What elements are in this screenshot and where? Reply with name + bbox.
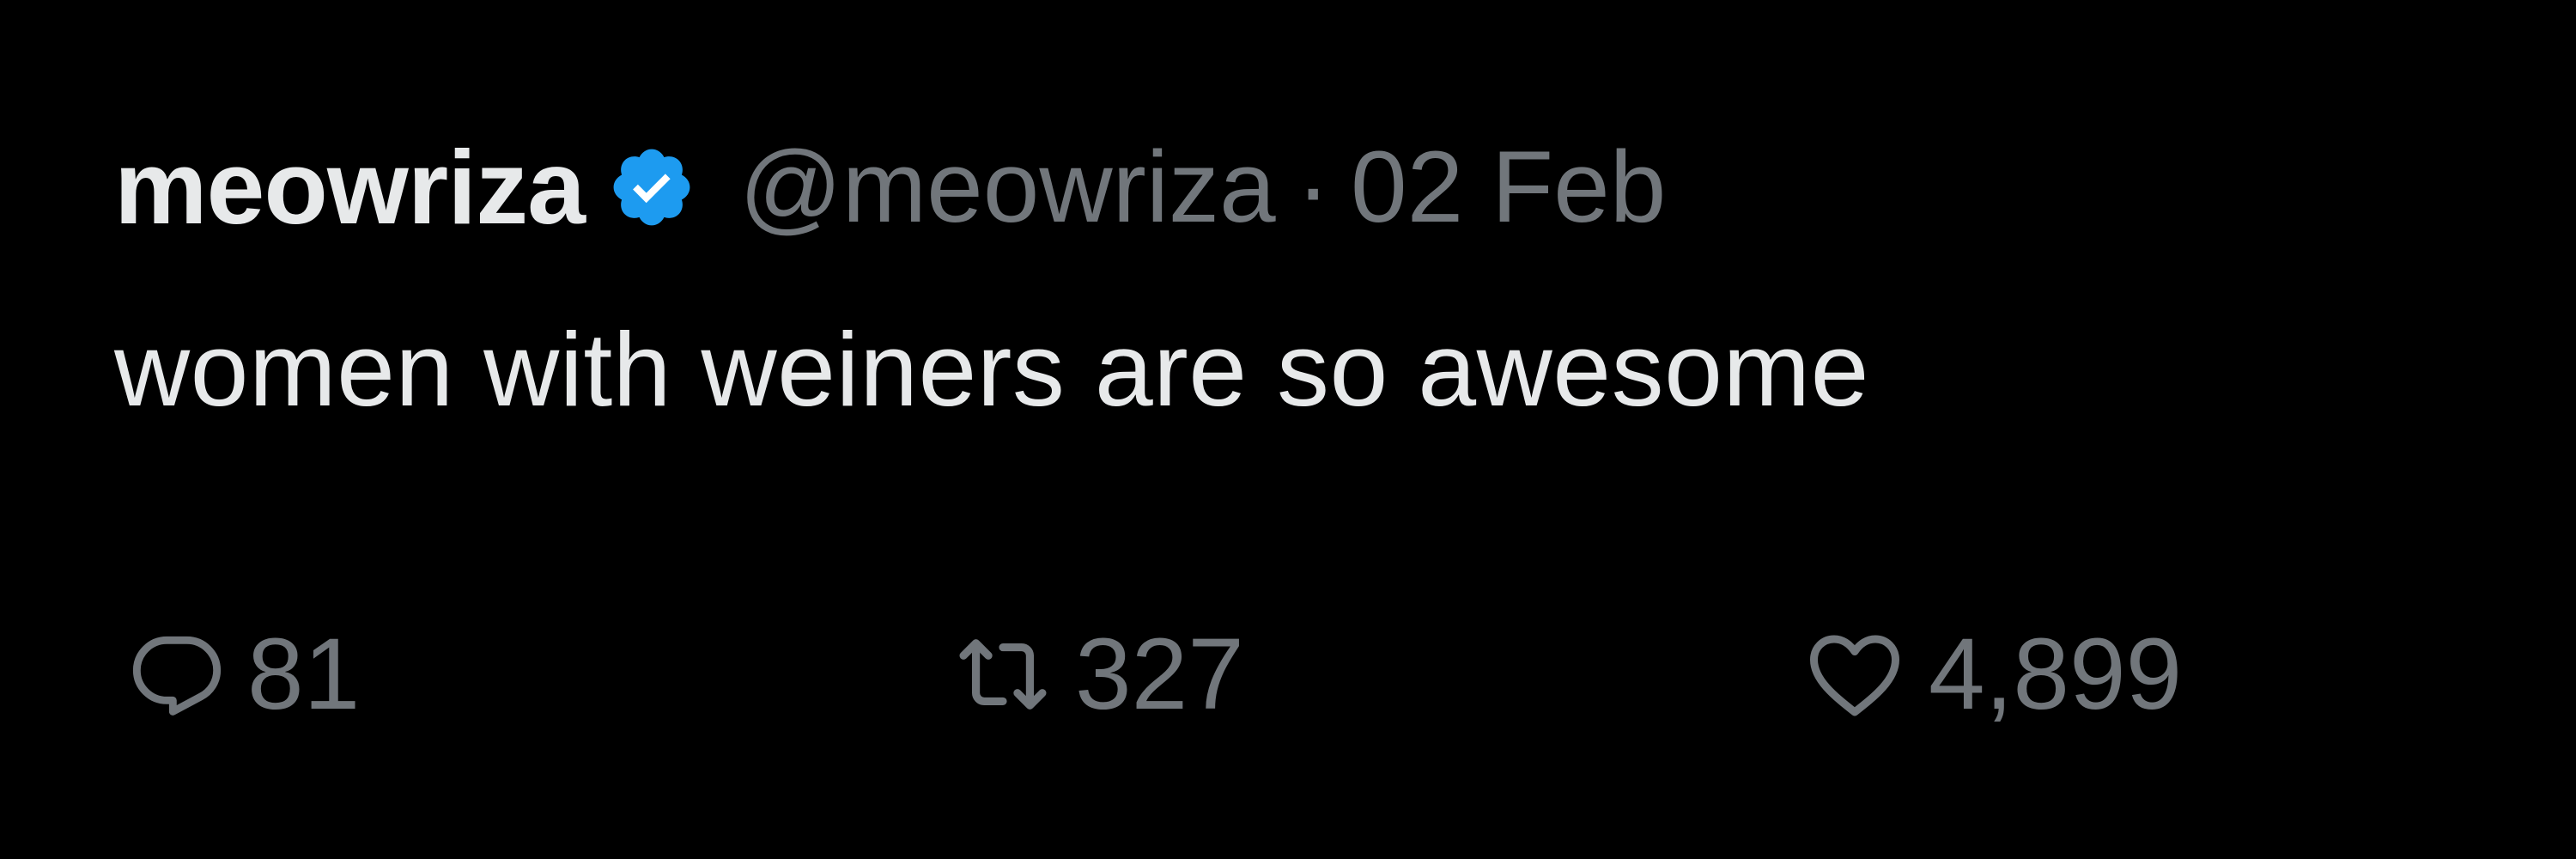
retweet-count: 327 bbox=[1075, 618, 1244, 731]
tweet-actions: 81 327 4,899 bbox=[0, 601, 2576, 747]
heart-icon bbox=[1803, 623, 1906, 726]
verified-badge-icon bbox=[607, 143, 696, 232]
retweet-icon bbox=[953, 624, 1053, 724]
tweet-card[interactable]: meowriza @meowriza · 02 Feb women with w… bbox=[0, 0, 2576, 859]
tweet-text: women with weiners are so awesome bbox=[114, 311, 1869, 428]
header-separator: · bbox=[1296, 131, 1330, 244]
reply-button[interactable]: 81 bbox=[129, 601, 360, 747]
author-display-name[interactable]: meowriza bbox=[114, 127, 586, 247]
retweet-button[interactable]: 327 bbox=[953, 601, 1244, 747]
tweet-date[interactable]: 02 Feb bbox=[1351, 129, 1666, 246]
like-button[interactable]: 4,899 bbox=[1803, 601, 2182, 747]
reply-count: 81 bbox=[247, 618, 361, 731]
like-count: 4,899 bbox=[1929, 618, 2183, 731]
author-handle[interactable]: @meowriza bbox=[739, 129, 1276, 246]
reply-icon bbox=[129, 626, 225, 722]
tweet-header: meowriza @meowriza · 02 Feb bbox=[114, 127, 1666, 247]
